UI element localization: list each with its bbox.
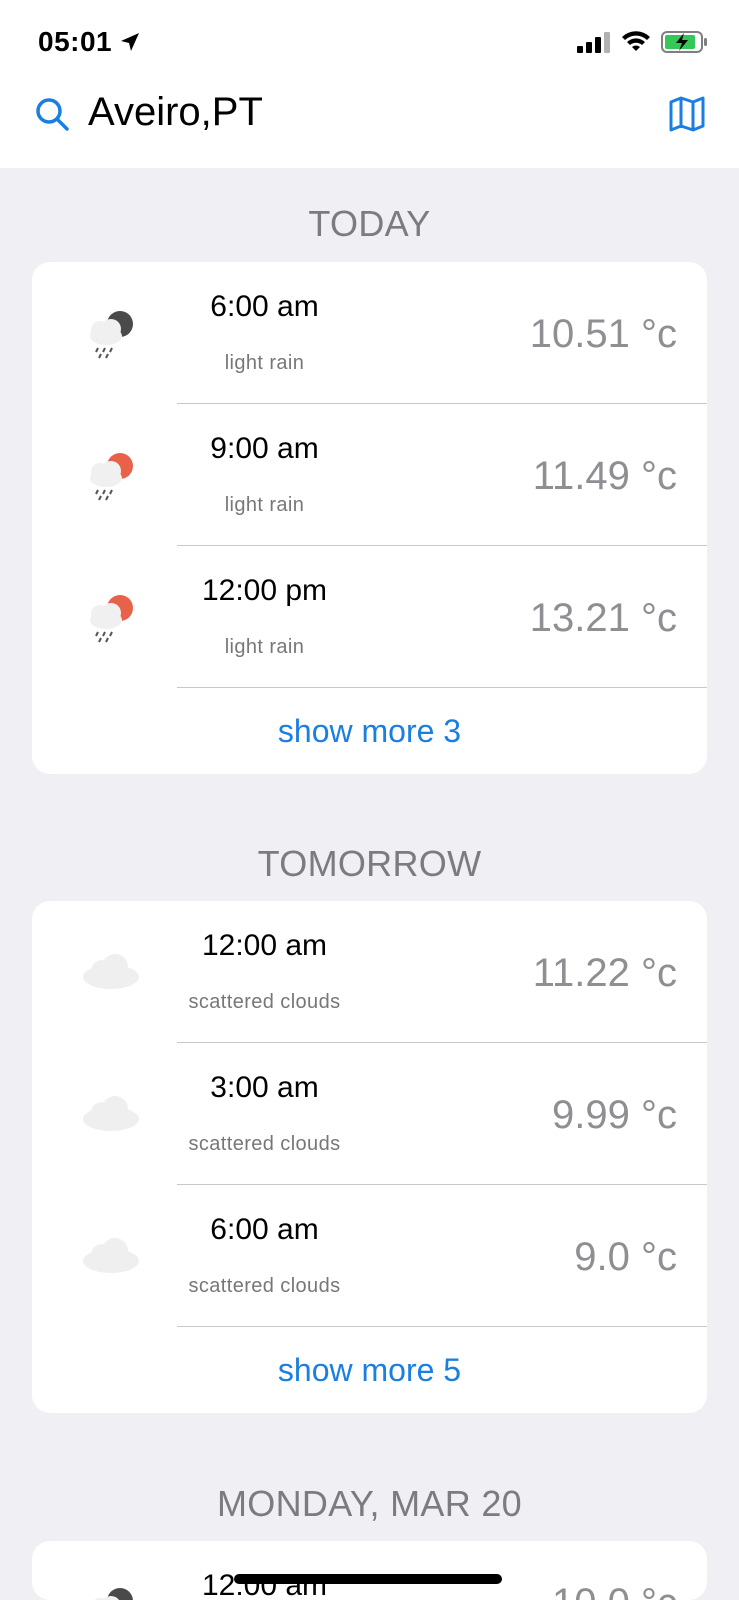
cloud-icon — [83, 1238, 139, 1273]
row-divider — [177, 1326, 707, 1327]
section-header-today: TODAY — [308, 203, 431, 244]
status-indicators — [577, 30, 709, 54]
header: Aveiro,PT — [0, 80, 739, 168]
location-arrow-icon — [121, 33, 140, 51]
rain-day-icon — [90, 453, 133, 501]
section-header-monday: MONDAY, MAR 20 — [217, 1483, 522, 1524]
forecast-temperature: 9.99 °c — [552, 1093, 677, 1137]
forecast-time: 3:00 am — [210, 1071, 319, 1104]
forecast-description: scattered clouds — [188, 1275, 341, 1297]
rain-night-icon — [94, 1588, 133, 1600]
forecast-description: light rain — [224, 494, 305, 516]
status-bar: 05:01 — [0, 0, 739, 80]
cloud-icon — [83, 954, 139, 989]
forecast-time: 12:00 am — [201, 929, 328, 962]
signal-icon — [577, 32, 610, 53]
forecast-row[interactable]: 12:00 am scattered clouds 11.22 °c — [32, 901, 707, 1043]
status-time: 05:01 — [38, 26, 142, 58]
forecast-temperature: 10.51 °c — [529, 312, 677, 356]
city-title: Aveiro,PT — [88, 90, 263, 134]
cloud-icon — [83, 1096, 139, 1131]
forecast-row[interactable]: 9:00 am light rain 11.49 °c — [32, 404, 707, 546]
forecast-temperature: 11.22 °c — [532, 951, 677, 995]
rain-night-icon — [90, 311, 133, 359]
search-icon[interactable] — [34, 96, 70, 132]
forecast-card-today: 6:00 am light rain 10.51 °c 9:00 am ligh… — [32, 262, 707, 774]
forecast-time: 12:00 pm — [201, 574, 328, 607]
forecast-time: 9:00 am — [210, 432, 319, 465]
forecast-row[interactable]: 12:00 am 10.0 °c — [32, 1541, 707, 1600]
forecast-description: scattered clouds — [188, 1133, 341, 1155]
show-more-button[interactable]: show more 5 — [32, 1327, 707, 1413]
forecast-row[interactable]: 6:00 am scattered clouds 9.0 °c — [32, 1185, 707, 1327]
forecast-description: scattered clouds — [188, 991, 341, 1013]
section-header-tomorrow: TOMORROW — [257, 843, 482, 884]
forecast-time: 6:00 am — [210, 290, 319, 323]
map-icon[interactable] — [667, 94, 707, 134]
rain-day-icon — [90, 595, 133, 643]
forecast-temperature: 10.0 °c — [552, 1581, 677, 1600]
wifi-icon — [622, 31, 650, 51]
forecast-description: light rain — [224, 636, 305, 658]
home-indicator[interactable] — [234, 1574, 502, 1584]
forecast-temperature: 9.0 °c — [574, 1235, 677, 1279]
forecast-description: light rain — [224, 352, 305, 374]
forecast-row[interactable]: 12:00 pm light rain 13.21 °c — [32, 546, 707, 688]
forecast-temperature: 11.49 °c — [532, 454, 677, 498]
battery-charging-icon — [661, 31, 707, 53]
forecast-temperature: 13.21 °c — [529, 596, 677, 640]
show-more-button[interactable]: show more 3 — [32, 688, 707, 774]
status-time-text: 05:01 — [38, 26, 113, 57]
forecast-row[interactable]: 6:00 am light rain 10.51 °c — [32, 262, 707, 404]
forecast-card-monday: 12:00 am 10.0 °c — [32, 1541, 707, 1600]
forecast-row[interactable]: 3:00 am scattered clouds 9.99 °c — [32, 1043, 707, 1185]
forecast-time: 6:00 am — [210, 1213, 319, 1246]
row-divider — [177, 687, 707, 688]
forecast-card-tomorrow: 12:00 am scattered clouds 11.22 °c 3:00 … — [32, 901, 707, 1413]
